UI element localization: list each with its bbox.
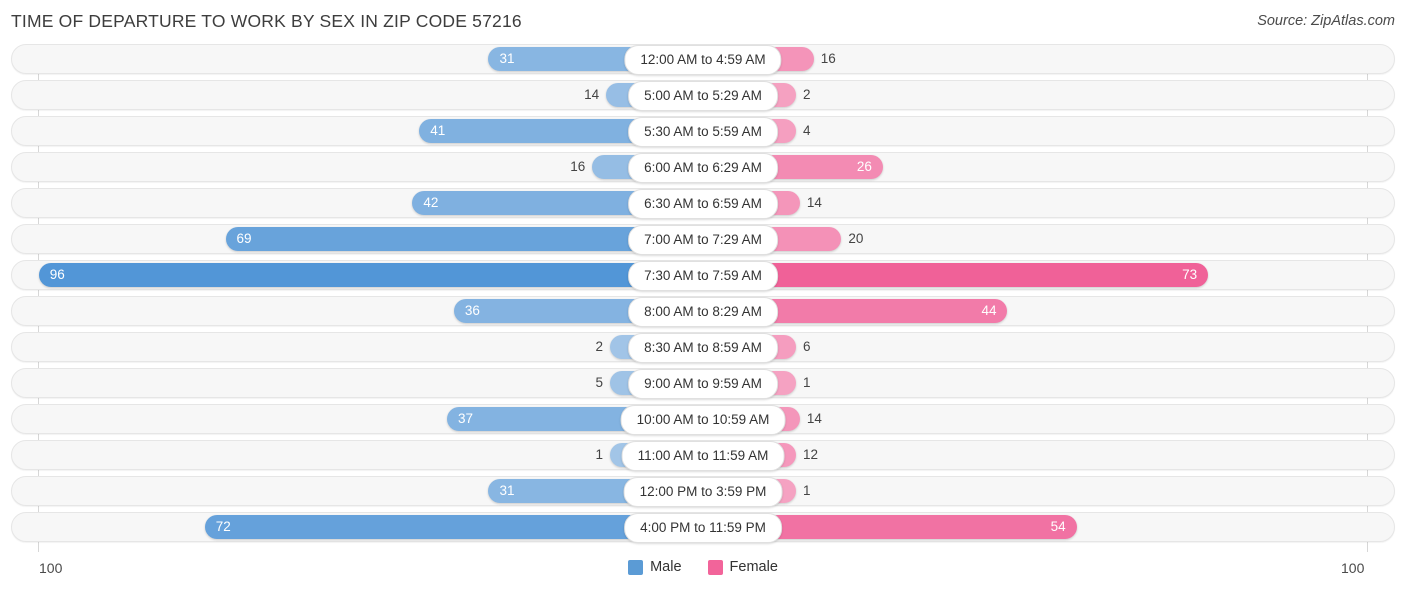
chart-row[interactable]: 36 44 8:00 AM to 8:29 AM — [0, 296, 1406, 327]
chart-row[interactable]: 41 4 5:30 AM to 5:59 AM — [0, 116, 1406, 147]
bar-value-male: 31 — [499, 483, 515, 498]
chart-row[interactable]: 37 14 10:00 AM to 10:59 AM — [0, 404, 1406, 435]
bar-value-female: 54 — [1050, 519, 1066, 534]
bar-value-male: 96 — [49, 267, 65, 282]
bar-male: 96 — [38, 263, 703, 287]
legend-swatch-icon — [628, 559, 644, 575]
row-category-label: 5:00 AM to 5:29 AM — [628, 81, 778, 111]
row-category-label: 11:00 AM to 11:59 AM — [621, 441, 785, 471]
bar-value-female: 44 — [981, 303, 997, 318]
chart-row[interactable]: 31 16 12:00 AM to 4:59 AM — [0, 44, 1406, 75]
legend-label: Female — [729, 559, 778, 575]
bar-value-male: 5 — [595, 375, 603, 390]
bar-value-male: 69 — [236, 231, 252, 246]
bar-value-female: 16 — [820, 51, 836, 66]
chart-row[interactable]: 5 1 9:00 AM to 9:59 AM — [0, 368, 1406, 399]
legend-label: Male — [650, 559, 682, 575]
bar-value-male: 31 — [499, 51, 515, 66]
page-title: TIME OF DEPARTURE TO WORK BY SEX IN ZIP … — [11, 11, 522, 31]
chart-plot-area: 31 16 12:00 AM to 4:59 AM 14 2 5:00 AM to 5:2… — [0, 44, 1406, 552]
bar-value-female: 2 — [803, 87, 811, 102]
row-category-label: 9:00 AM to 9:59 AM — [628, 369, 778, 399]
bar-value-female: 73 — [1182, 267, 1198, 282]
bar-value-male: 1 — [595, 447, 603, 462]
chart-row[interactable]: 96 73 7:30 AM to 7:59 AM — [0, 260, 1406, 291]
legend-item-male[interactable]: Male — [628, 559, 682, 575]
bar-value-male: 41 — [430, 123, 446, 138]
chart-footer: 100 100 Male Female — [0, 552, 1406, 595]
bar-value-male: 2 — [595, 339, 603, 354]
chart-legend: Male Female — [0, 559, 1406, 575]
row-category-label: 5:30 AM to 5:59 AM — [628, 117, 778, 147]
source-attribution: Source: ZipAtlas.com — [1257, 13, 1395, 29]
bar-value-female: 1 — [803, 375, 811, 390]
bar-female: 73 — [703, 263, 1209, 287]
bar-value-female: 1 — [803, 483, 811, 498]
bar-value-female: 14 — [806, 411, 822, 426]
row-category-label: 7:00 AM to 7:29 AM — [628, 225, 778, 255]
row-category-label: 12:00 AM to 4:59 AM — [624, 45, 782, 75]
chart-rows: 31 16 12:00 AM to 4:59 AM 14 2 5:00 AM to 5:2… — [0, 44, 1406, 548]
row-category-label: 6:30 AM to 6:59 AM — [628, 189, 778, 219]
chart-row[interactable]: 69 20 7:00 AM to 7:29 AM — [0, 224, 1406, 255]
bar-value-female: 12 — [803, 447, 819, 462]
legend-swatch-icon — [707, 559, 723, 575]
chart-header: TIME OF DEPARTURE TO WORK BY SEX IN ZIP … — [0, 0, 1406, 44]
chart-row[interactable]: 1 12 11:00 AM to 11:59 AM — [0, 440, 1406, 471]
bar-value-male: 36 — [464, 303, 480, 318]
bar-value-female: 14 — [806, 195, 822, 210]
legend-item-female[interactable]: Female — [707, 559, 778, 575]
bar-value-female: 26 — [856, 159, 872, 174]
chart-row[interactable]: 72 54 4:00 PM to 11:59 PM — [0, 512, 1406, 543]
chart-row[interactable]: 26 16 6:00 AM to 6:29 AM — [0, 152, 1406, 183]
row-category-label: 10:00 AM to 10:59 AM — [620, 405, 786, 435]
row-category-label: 12:00 PM to 3:59 PM — [623, 477, 783, 507]
row-category-label: 4:00 PM to 11:59 PM — [624, 513, 782, 543]
bar-value-male: 16 — [570, 159, 586, 174]
bar-value-female: 4 — [803, 123, 811, 138]
row-category-label: 8:30 AM to 8:59 AM — [628, 333, 778, 363]
bar-value-female: 20 — [848, 231, 864, 246]
chart-row[interactable]: 14 2 5:00 AM to 5:29 AM — [0, 80, 1406, 111]
row-category-label: 6:00 AM to 6:29 AM — [628, 153, 778, 183]
chart-row[interactable]: 42 14 6:30 AM to 6:59 AM — [0, 188, 1406, 219]
row-category-label: 8:00 AM to 8:29 AM — [628, 297, 778, 327]
bar-value-male: 37 — [457, 411, 473, 426]
bar-value-male: 14 — [584, 87, 600, 102]
chart-row[interactable]: 31 1 12:00 PM to 3:59 PM — [0, 476, 1406, 507]
bar-value-male: 42 — [423, 195, 439, 210]
bar-value-female: 6 — [803, 339, 811, 354]
row-category-label: 7:30 AM to 7:59 AM — [628, 261, 778, 291]
chart-row[interactable]: 2 6 8:30 AM to 8:59 AM — [0, 332, 1406, 363]
bar-value-male: 72 — [215, 519, 231, 534]
